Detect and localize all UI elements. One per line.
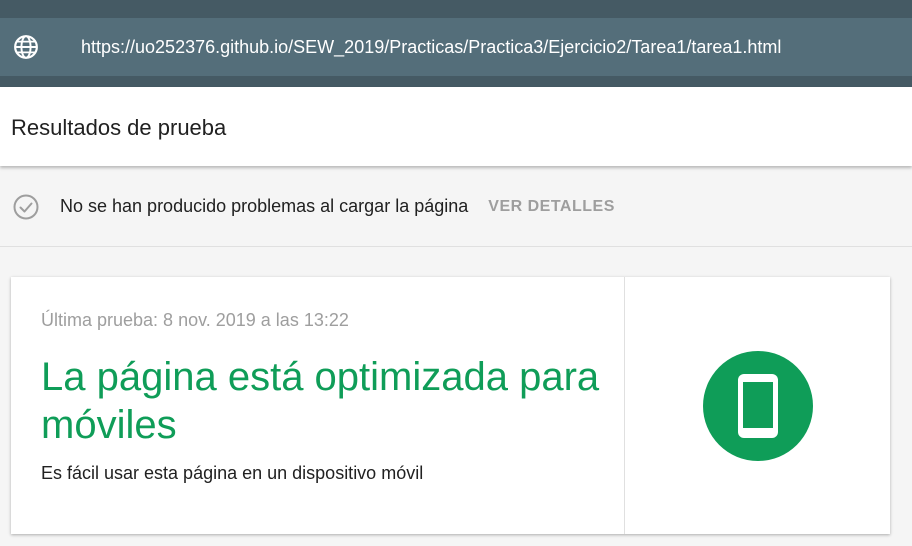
mobile-phone-icon	[703, 351, 813, 461]
url-text[interactable]: https://uo252376.github.io/SEW_2019/Prac…	[81, 37, 781, 58]
browser-top-strip	[0, 0, 912, 18]
browser-bottom-strip	[0, 76, 912, 87]
loading-status-bar: No se han producido problemas al cargar …	[0, 167, 912, 247]
view-details-button[interactable]: VER DETALLES	[488, 198, 615, 216]
result-summary: Última prueba: 8 nov. 2019 a las 13:22 L…	[11, 277, 625, 534]
check-circle-icon	[12, 193, 40, 221]
status-message: No se han producido problemas al cargar …	[60, 196, 469, 216]
result-headline: La página está optimizada para móviles	[41, 355, 600, 447]
globe-icon	[13, 34, 39, 60]
results-header: Resultados de prueba	[0, 87, 912, 166]
address-bar[interactable]: https://uo252376.github.io/SEW_2019/Prac…	[0, 18, 912, 76]
result-card: Última prueba: 8 nov. 2019 a las 13:22 L…	[11, 277, 890, 534]
last-test-timestamp: Última prueba: 8 nov. 2019 a las 13:22	[41, 310, 349, 330]
result-icon-panel	[625, 277, 890, 534]
result-description: Es fácil usar esta página en un disposit…	[41, 463, 424, 483]
page-title: Resultados de prueba	[11, 115, 227, 140]
